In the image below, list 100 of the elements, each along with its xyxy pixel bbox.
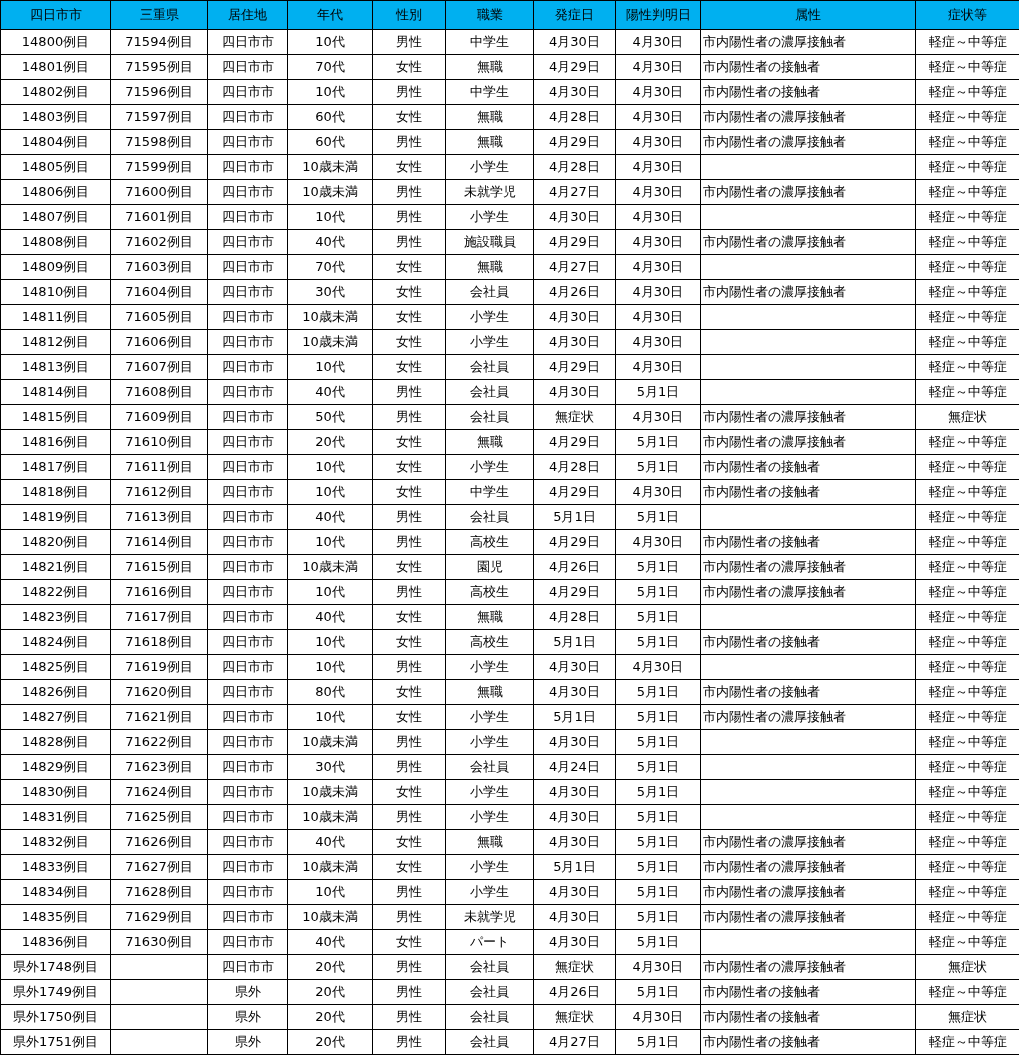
table-cell: 4月30日 bbox=[549, 309, 600, 325]
table-cell: 4月30日 bbox=[632, 259, 684, 275]
table-cell: 中学生 bbox=[470, 484, 509, 500]
table-cell: 小学生 bbox=[470, 209, 509, 225]
table-cell: 軽症～中等症 bbox=[928, 534, 1007, 550]
table-cell: 5月1日 bbox=[553, 859, 596, 875]
table-cell: 施設職員 bbox=[463, 234, 516, 250]
table-cell: 14830例目 bbox=[21, 784, 90, 800]
table-cell: 14822例目 bbox=[21, 584, 90, 600]
table-cell: 県外 bbox=[234, 1034, 261, 1050]
table-cell: 10歳未満 bbox=[302, 184, 358, 200]
table-cell: 軽症～中等症 bbox=[928, 134, 1007, 150]
table-cell: 男性 bbox=[396, 984, 422, 1000]
table-cell: 無症状 bbox=[555, 409, 594, 425]
table-cell: 市内陽性者の濃厚接触者 bbox=[703, 34, 846, 50]
table-cell: 14811例目 bbox=[21, 309, 90, 325]
table-cell: 71596例目 bbox=[125, 84, 193, 100]
table-cell: 71617例目 bbox=[125, 609, 193, 625]
table-cell: 軽症～中等症 bbox=[928, 159, 1007, 175]
table-cell: 市内陽性者の接触者 bbox=[703, 484, 820, 500]
table-cell: 5月1日 bbox=[636, 684, 680, 700]
table-cell: 71611例目 bbox=[125, 459, 193, 475]
table-cell: 男性 bbox=[396, 659, 422, 675]
table-cell: 女性 bbox=[396, 59, 422, 75]
table-cell: 市内陽性者の接触者 bbox=[703, 984, 820, 1000]
table-cell: 14803例目 bbox=[21, 109, 90, 125]
table-cell: 小学生 bbox=[470, 309, 509, 325]
table-cell: 5月1日 bbox=[636, 459, 680, 475]
table-cell: 女性 bbox=[396, 459, 422, 475]
table-cell: 14821例目 bbox=[21, 559, 90, 575]
table-cell: 市内陽性者の濃厚接触者 bbox=[703, 184, 846, 200]
table-cell: 4月28日 bbox=[549, 159, 600, 175]
table-cell: 四日市市 bbox=[221, 784, 274, 800]
table-cell: 14825例目 bbox=[21, 659, 90, 675]
table-cell: 10歳未満 bbox=[302, 734, 358, 750]
table-cell: 軽症～中等症 bbox=[928, 884, 1007, 900]
table-cell: 四日市市 bbox=[221, 209, 274, 225]
table-cell: 四日市市 bbox=[221, 84, 274, 100]
table-cell: 40代 bbox=[315, 834, 345, 850]
table-cell: 60代 bbox=[315, 109, 345, 125]
table-cell: 14817例目 bbox=[21, 459, 90, 475]
table-cell: 71612例目 bbox=[125, 484, 193, 500]
table-cell: 無症状 bbox=[555, 959, 594, 975]
table-cell: 14805例目 bbox=[21, 159, 90, 175]
table-cell: 14823例目 bbox=[21, 609, 90, 625]
table-cell: 71607例目 bbox=[125, 359, 193, 375]
table-cell: 女性 bbox=[396, 284, 422, 300]
table-cell: 男性 bbox=[396, 1009, 422, 1025]
table-cell: 4月29日 bbox=[549, 134, 600, 150]
table-cell: 71627例目 bbox=[125, 859, 193, 875]
table-cell: 14835例目 bbox=[21, 909, 90, 925]
table-cell: 60代 bbox=[315, 134, 345, 150]
table-cell: 4月30日 bbox=[632, 484, 684, 500]
table-cell: 10代 bbox=[315, 359, 345, 375]
table-cell: 小学生 bbox=[470, 334, 509, 350]
table-cell: 30代 bbox=[315, 284, 345, 300]
table-cell: 5月1日 bbox=[636, 559, 680, 575]
table-cell: 無職 bbox=[476, 59, 503, 75]
table-cell: 四日市市 bbox=[221, 159, 274, 175]
table-cell: 4月30日 bbox=[549, 209, 600, 225]
table-cell: 71615例目 bbox=[125, 559, 193, 575]
table-cell: 4月30日 bbox=[632, 184, 684, 200]
table-cell: 市内陽性者の濃厚接触者 bbox=[703, 709, 846, 725]
table-cell: 4月30日 bbox=[549, 734, 600, 750]
table-cell: 会社員 bbox=[470, 359, 509, 375]
table-cell: 71621例目 bbox=[125, 709, 193, 725]
table-cell: 71628例目 bbox=[125, 884, 193, 900]
table-cell: 4月27日 bbox=[549, 184, 600, 200]
table-cell: 71598例目 bbox=[125, 134, 193, 150]
table-cell: 会社員 bbox=[470, 759, 509, 775]
table-cell: 軽症～中等症 bbox=[928, 259, 1007, 275]
table-cell: 会社員 bbox=[470, 1034, 509, 1050]
table-cell: 30代 bbox=[315, 759, 345, 775]
table-cell: 市内陽性者の濃厚接触者 bbox=[703, 859, 846, 875]
table-cell: 20代 bbox=[315, 1034, 345, 1050]
table-cell: 14829例目 bbox=[21, 759, 90, 775]
table-cell: 男性 bbox=[396, 509, 422, 525]
table-cell: 軽症～中等症 bbox=[928, 509, 1007, 525]
table-cell: 4月24日 bbox=[549, 759, 600, 775]
table-cell: 4月30日 bbox=[632, 234, 684, 250]
table-cell: 10代 bbox=[315, 634, 345, 650]
table-cell: 四日市市 bbox=[221, 109, 274, 125]
table-cell: 14819例目 bbox=[21, 509, 90, 525]
table-cell: 4月29日 bbox=[549, 234, 600, 250]
table-cell: 14800例目 bbox=[21, 34, 90, 50]
table-cell: 四日市市 bbox=[221, 659, 274, 675]
table-cell: 4月30日 bbox=[632, 334, 684, 350]
table-cell: 14836例目 bbox=[21, 934, 90, 950]
table-cell: 14801例目 bbox=[21, 59, 90, 75]
table-cell: 71626例目 bbox=[125, 834, 193, 850]
table-cell: 14828例目 bbox=[21, 734, 90, 750]
table-cell: 4月30日 bbox=[632, 134, 684, 150]
table-cell: 10代 bbox=[315, 884, 345, 900]
table-cell: 10歳未満 bbox=[302, 334, 358, 350]
table-cell: 四日市市 bbox=[221, 509, 274, 525]
table-cell: 軽症～中等症 bbox=[928, 934, 1007, 950]
table-cell: 軽症～中等症 bbox=[928, 209, 1007, 225]
table-cell: 男性 bbox=[396, 84, 422, 100]
table-cell: 軽症～中等症 bbox=[928, 459, 1007, 475]
table-cell: 軽症～中等症 bbox=[928, 709, 1007, 725]
